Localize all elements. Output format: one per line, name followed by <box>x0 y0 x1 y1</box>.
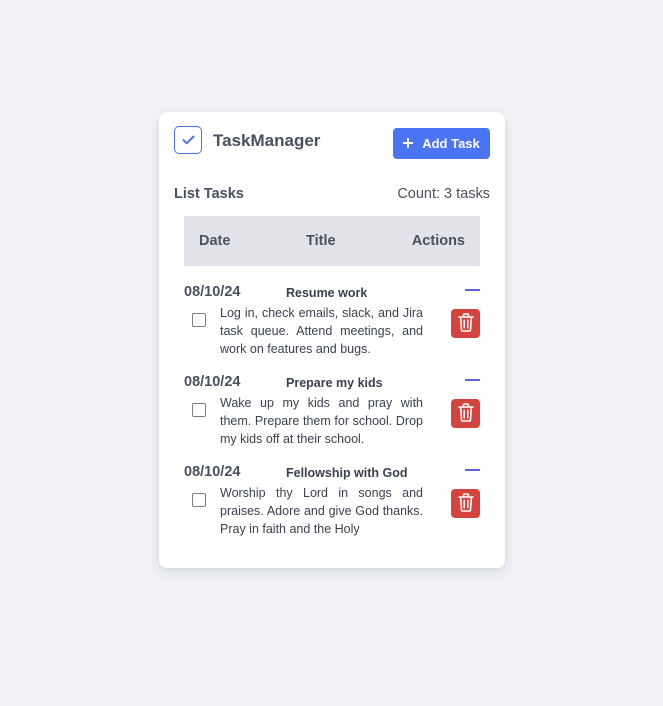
task-title: Fellowship with God <box>286 466 408 480</box>
task-title: Prepare my kids <box>286 376 383 390</box>
collapse-minus-icon[interactable] <box>465 289 480 291</box>
delete-task-button[interactable] <box>451 489 480 518</box>
task-description: Worship thy Lord in songs and praises. A… <box>220 486 423 536</box>
task-row: 08/10/24 Fellowship with God Worship thy… <box>184 460 480 536</box>
collapse-minus-icon[interactable] <box>465 469 480 471</box>
trash-icon <box>457 312 474 335</box>
task-date: 08/10/24 <box>184 374 241 390</box>
column-header-actions: Actions <box>411 233 465 249</box>
task-description: Wake up my kids and pray with them. Prep… <box>220 396 423 446</box>
task-count: Count: 3 tasks <box>397 186 490 202</box>
task-list[interactable]: 08/10/24 Resume work Log in, check email… <box>184 280 480 536</box>
task-date: 08/10/24 <box>184 464 241 480</box>
task-row: 08/10/24 Resume work Log in, check email… <box>184 280 480 370</box>
delete-task-button[interactable] <box>451 309 480 338</box>
task-manager-card: TaskManager Add Task List Tasks Count: 3… <box>159 112 505 568</box>
add-task-button[interactable]: Add Task <box>393 128 490 159</box>
list-tasks-label: List Tasks <box>174 186 244 202</box>
table-header: Date Title Actions <box>184 216 480 266</box>
plus-icon <box>402 136 414 151</box>
task-row: 08/10/24 Prepare my kids Wake up my kids… <box>184 370 480 460</box>
task-complete-checkbox[interactable] <box>192 403 206 417</box>
task-description: Log in, check emails, slack, and Jira ta… <box>220 306 423 356</box>
delete-task-button[interactable] <box>451 399 480 428</box>
column-header-date: Date <box>199 233 231 249</box>
add-task-label: Add Task <box>422 136 480 151</box>
trash-icon <box>457 402 474 425</box>
task-date: 08/10/24 <box>184 284 241 300</box>
column-header-title: Title <box>306 233 336 249</box>
app-header: TaskManager Add Task <box>174 126 490 159</box>
task-complete-checkbox[interactable] <box>192 493 206 507</box>
task-title: Resume work <box>286 286 368 300</box>
trash-icon <box>457 492 474 515</box>
app-title: TaskManager <box>213 131 321 150</box>
logo-check-icon <box>174 126 202 154</box>
collapse-minus-icon[interactable] <box>465 379 480 381</box>
list-subheader: List Tasks Count: 3 tasks <box>174 186 490 204</box>
task-complete-checkbox[interactable] <box>192 313 206 327</box>
